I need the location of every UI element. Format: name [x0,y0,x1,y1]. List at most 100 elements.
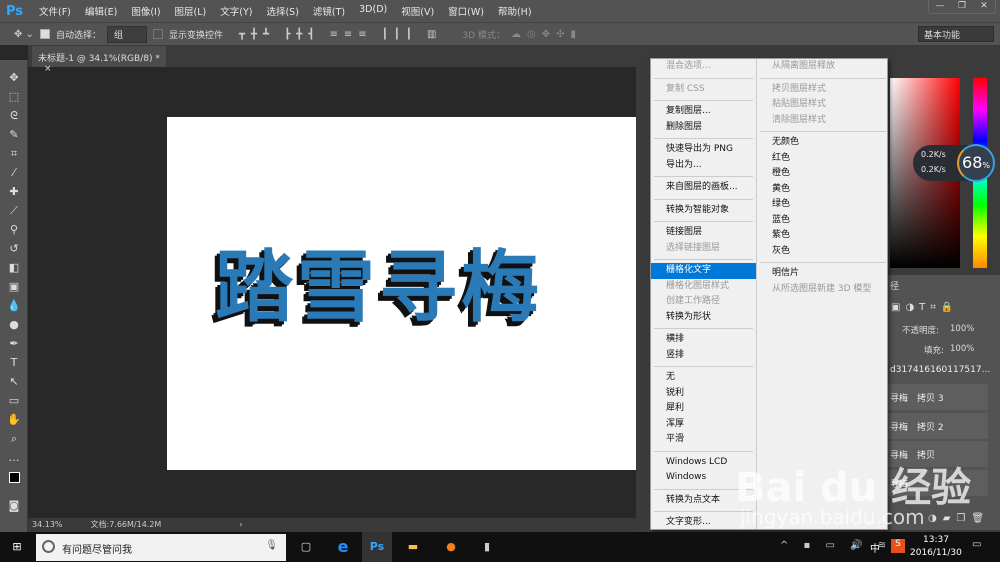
task-view-icon[interactable]: ▢ [295,537,317,557]
menu-item[interactable]: 滤镜(T) [306,4,352,18]
status-arrow[interactable]: › [239,518,242,532]
menu-item[interactable]: 图层(L) [168,4,214,18]
panel-tab-paths[interactable]: 径 [890,279,899,292]
3d-tools-icons[interactable]: ☁◎✥✣▮ [511,29,582,40]
context-menu-item[interactable]: 转换为形状 [651,310,756,326]
context-menu-item[interactable]: 转换为智能对象 [651,203,756,219]
browser-icon[interactable]: ● [440,537,462,557]
menu-item[interactable]: 帮助(H) [491,4,539,18]
layer-filter-icons[interactable]: ▣◑T⌗🔒 [891,302,958,313]
ime-indicator[interactable]: 中 [870,540,880,555]
context-menu-item: 从所选图层新建 3D 模型 [772,283,872,294]
microphone-icon[interactable]: 🎙 [265,540,278,551]
clock-date[interactable]: 2016/11/30 [910,548,962,558]
context-menu-item[interactable]: 橙色 [757,166,889,182]
minimize-button[interactable]: — [929,0,951,13]
menu-item[interactable]: 文字(Y) [213,4,259,18]
context-menu-item[interactable]: 栅格化文字 [651,263,756,279]
quick-mask-icon[interactable]: ◙ [0,496,28,515]
close-tab-icon[interactable]: × [44,64,52,74]
zoom-level[interactable]: 34.13% [32,518,63,532]
notification-icon[interactable]: ▭ [972,539,981,550]
context-menu-item[interactable]: 绿色 [757,197,889,213]
menu-separator [654,221,753,222]
layer-row[interactable]: 寻梅 拷贝 3 [888,384,988,410]
auto-select-dropdown[interactable]: 组 [106,25,147,43]
healing-tool-icon[interactable]: ✚ [0,182,28,201]
blur-tool-icon[interactable]: 💧 [0,296,28,315]
context-menu-item[interactable]: 蓝色 [757,213,889,229]
context-menu-item[interactable]: 来自图层的画板... [651,180,756,196]
context-menu-item[interactable]: 锐利 [651,386,756,402]
more-tools-icon[interactable]: … [0,448,28,467]
quick-select-tool-icon[interactable]: ✎ [0,125,28,144]
type-tool-icon[interactable]: T [0,353,28,372]
cortana-search[interactable]: 有问题尽管问我 🎙 [36,534,286,561]
layer-row[interactable]: d317416160117517... [888,358,990,384]
show-transform-checkbox[interactable] [152,29,163,39]
align-icons[interactable]: ┳╋┻ ┣╋┫ ≡≡≡ ┃┃┃ ▥ [239,29,442,40]
shape-tool-icon[interactable]: ▭ [0,391,28,410]
menu-item[interactable]: 3D(D) [352,4,394,18]
menu-item[interactable]: 图像(I) [124,4,167,18]
move-tool-icon[interactable]: ✥ [0,68,28,87]
context-menu-item: 创建工作路径 [666,296,721,306]
context-menu-item[interactable]: 竖排 [651,348,756,364]
context-menu-item[interactable]: 无 [651,370,756,386]
menu-item[interactable]: 选择(S) [259,4,305,18]
gradient-tool-icon[interactable]: ▣ [0,277,28,296]
fill-value[interactable]: 100% [950,344,974,354]
eyedropper-tool-icon[interactable]: ⁄ [0,163,28,182]
context-menu-item[interactable]: 快速导出为 PNG [651,142,756,158]
history-brush-icon[interactable]: ↺ [0,239,28,258]
brush-tool-icon[interactable]: ⟋ [0,201,28,220]
edge-icon[interactable]: e [332,537,354,557]
marquee-tool-icon[interactable]: ⬚ [0,87,28,106]
menu-item[interactable]: 窗口(W) [441,4,491,18]
crop-tool-icon[interactable]: ⌗ [0,144,28,163]
context-menu-item[interactable]: 紫色 [757,228,889,244]
context-menu-item[interactable]: 横排 [651,332,756,348]
move-tool-icon[interactable]: ✥ ⌄ [14,29,34,40]
eraser-tool-icon[interactable]: ◧ [0,258,28,277]
menu-item[interactable]: 编辑(E) [78,4,124,18]
context-menu-item[interactable]: 犀利 [651,401,756,417]
context-menu-item[interactable]: 导出为... [651,158,756,174]
opacity-value[interactable]: 100% [950,324,974,334]
document-tab[interactable]: 未标题-1 @ 34.1%(RGB/8) * × [32,46,166,74]
stamp-tool-icon[interactable]: ⚲ [0,220,28,239]
context-menu-item[interactable]: 无颜色 [757,135,889,151]
dodge-tool-icon[interactable]: ● [0,315,28,334]
context-menu-item[interactable]: 复制图层... [651,104,756,120]
photoshop-taskbar-icon[interactable]: Ps [362,532,392,562]
zoom-tool-icon[interactable]: ⌕ [0,429,28,448]
context-menu-item[interactable]: 黄色 [757,182,889,198]
workspace-dropdown[interactable]: 基本功能 [918,26,994,42]
sogou-icon[interactable]: S [891,539,905,553]
menu-item[interactable]: 视图(V) [394,4,441,18]
image-app-icon[interactable]: ▮ [476,537,498,557]
lasso-tool-icon[interactable]: ᘓ [0,106,28,125]
file-explorer-icon[interactable]: ▬ [402,537,424,557]
menu-item[interactable]: 文件(F) [32,4,78,18]
context-menu-item[interactable]: 灰色 [757,244,889,260]
context-menu-item[interactable]: 红色 [757,151,889,167]
start-button[interactable]: ⊞ [6,537,28,557]
color-swatches-icon[interactable] [0,467,28,486]
context-menu-item[interactable]: 链接图层 [651,225,756,241]
pen-tool-icon[interactable]: ✒ [0,334,28,353]
auto-select-checkbox[interactable] [39,29,50,39]
hand-tool-icon[interactable]: ✋ [0,410,28,429]
restore-button[interactable]: ❐ [951,0,973,13]
clock-time[interactable]: 13:37 [923,535,949,545]
context-menu-item[interactable]: 浑厚 [651,417,756,433]
context-menu-item[interactable]: 明信片 [757,266,889,282]
close-button[interactable]: ✕ [973,0,995,13]
path-select-icon[interactable]: ↖ [0,372,28,391]
context-menu-item[interactable]: 删除图层 [651,120,756,136]
canvas[interactable]: 踏雪寻梅 [167,117,639,470]
layer-row[interactable]: 寻梅 拷贝 2 [888,413,988,439]
context-menu-item: 拷贝图层样式 [772,83,827,94]
context-menu-item[interactable]: 平滑 [651,432,756,448]
layer-actions-icons[interactable]: ◑▰❐🗑 [928,513,990,524]
